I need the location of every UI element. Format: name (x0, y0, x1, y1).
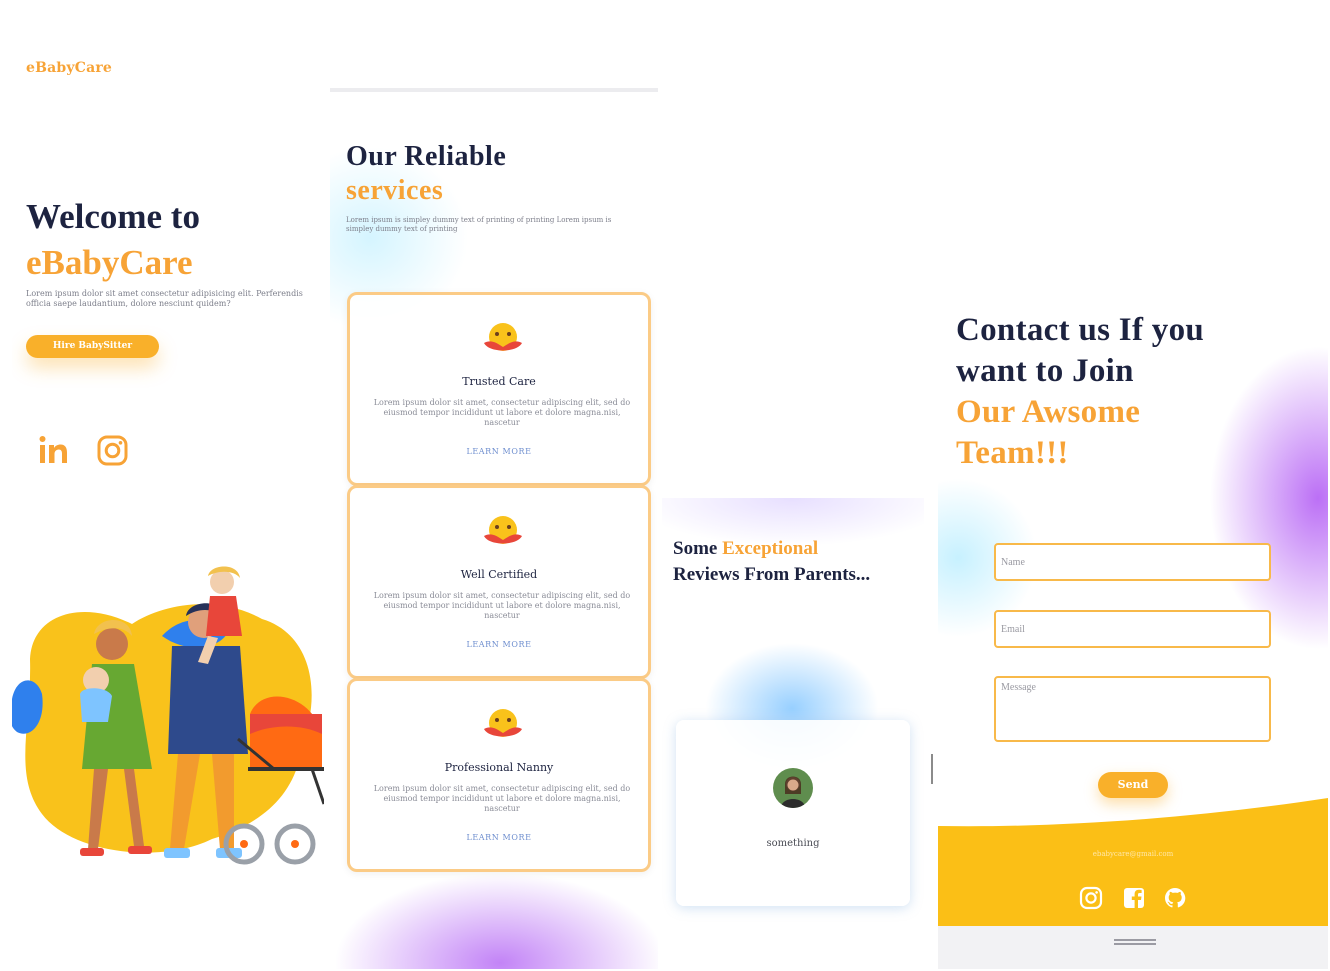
github-icon[interactable] (1163, 886, 1187, 910)
reviews-title-accent: Exceptional (722, 538, 819, 559)
service-card-professional-nanny: Professional Nanny Lorem ipsum dolor sit… (347, 678, 651, 872)
services-screen: Our Reliable services Lorem ipsum is sim… (330, 88, 658, 969)
reviews-screen: Some Exceptional Reviews From Parents...… (662, 498, 924, 969)
service-name: Trusted Care (462, 375, 536, 388)
service-description: Lorem ipsum dolor sit amet, consectetur … (373, 784, 631, 813)
service-card-well-certified: Well Certified Lorem ipsum dolor sit ame… (347, 485, 651, 679)
learn-more-link[interactable]: LEARN MORE (350, 640, 648, 649)
services-title: Our Reliable services (346, 140, 506, 208)
contact-screen: Contact us If you want to Join Our Awsom… (938, 198, 1328, 969)
contact-title: Contact us If you want to Join Our Awsom… (956, 310, 1204, 474)
hero-title-accent: eBabyCare (26, 243, 193, 282)
hero-title-line: Welcome to (26, 197, 200, 236)
reviews-title: Some Exceptional Reviews From Parents... (673, 536, 870, 588)
divider (330, 88, 658, 92)
bottom-bar (938, 926, 1328, 969)
contact-title-accent1: Our Awsome (956, 394, 1141, 430)
send-button[interactable]: Send (1098, 772, 1168, 798)
name-input[interactable] (994, 543, 1271, 581)
reviews-title-line2: Reviews From Parents... (673, 564, 871, 585)
review-text: something (766, 838, 820, 849)
services-title-accent: services (346, 175, 444, 206)
reviews-title-part: Some (673, 538, 723, 559)
services-description: Lorem ipsum is simpley dummy text of pri… (346, 216, 612, 233)
linkedin-icon[interactable] (38, 434, 72, 468)
hero-title: Welcome to eBabyCare (26, 194, 200, 286)
hug-emoji-icon (484, 709, 522, 737)
contact-title-line2: want to Join (956, 353, 1134, 389)
footer-email[interactable]: ebabycare@gmail.com (938, 850, 1328, 858)
service-description: Lorem ipsum dolor sit amet, consectetur … (373, 398, 631, 427)
brand-logo[interactable]: eBabyCare (26, 60, 112, 76)
home-indicator[interactable] (1114, 939, 1156, 945)
instagram-icon[interactable] (96, 434, 130, 468)
avatar (773, 768, 813, 808)
service-name: Professional Nanny (444, 761, 554, 774)
service-card-trusted-care: Trusted Care Lorem ipsum dolor sit amet,… (347, 292, 651, 486)
hero-description: Lorem ipsum dolor sit amet consectetur a… (26, 289, 303, 308)
contact-title-accent2: Team!!! (956, 435, 1069, 471)
message-input[interactable] (994, 676, 1271, 742)
learn-more-link[interactable]: LEARN MORE (350, 833, 648, 842)
hug-emoji-icon (484, 516, 522, 544)
contact-title-line1: Contact us If you (956, 312, 1205, 348)
services-title-line: Our Reliable (346, 141, 507, 172)
family-illustration (12, 566, 324, 865)
scroll-handle[interactable] (931, 754, 933, 784)
service-name: Well Certified (460, 568, 538, 581)
facebook-icon[interactable] (1122, 886, 1146, 910)
hire-babysitter-button[interactable]: Hire BabySitter (26, 335, 159, 358)
hug-emoji-icon (484, 323, 522, 351)
service-description: Lorem ipsum dolor sit amet, consectetur … (373, 591, 631, 620)
learn-more-link[interactable]: LEARN MORE (350, 447, 648, 456)
review-card: something (676, 720, 910, 906)
instagram-icon[interactable] (1079, 886, 1103, 910)
email-input[interactable] (994, 610, 1271, 648)
hero-screen: eBabyCare Welcome to eBabyCare Lorem ips… (12, 4, 324, 969)
